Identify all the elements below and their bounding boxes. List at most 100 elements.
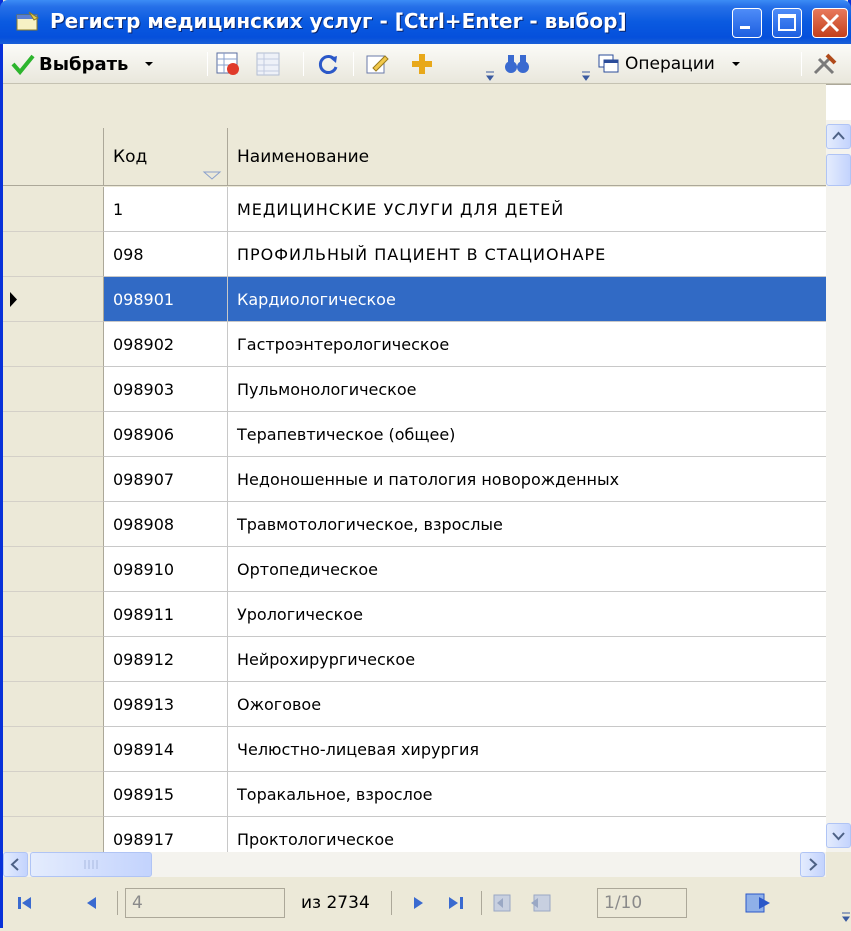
- table-row[interactable]: 098907 Недоношенные и патология новорожде…: [3, 457, 826, 502]
- cell-name[interactable]: Пульмонологическое: [228, 367, 826, 412]
- cell-name[interactable]: Челюстно-лицевая хирургия: [228, 727, 826, 772]
- total-records-label: из 2734: [301, 893, 370, 913]
- binoculars-icon: [505, 55, 529, 73]
- first-page-button[interactable]: [491, 889, 515, 917]
- row-indicator[interactable]: [3, 772, 104, 817]
- cell-name[interactable]: Ожоговое: [228, 682, 826, 727]
- row-indicator[interactable]: [3, 682, 104, 727]
- cell-name[interactable]: ПРОФИЛЬНЫЙ ПАЦИЕНТ В СТАЦИОНАРЕ: [228, 232, 826, 277]
- table-row[interactable]: 098913 Ожоговое: [3, 682, 826, 727]
- scroll-up-button[interactable]: [826, 124, 851, 149]
- cell-name[interactable]: Урологическое: [228, 592, 826, 637]
- tools-button[interactable]: [811, 50, 839, 78]
- cell-name[interactable]: Травмотологическое, взрослые: [228, 502, 826, 547]
- chevron-down-icon: [832, 832, 845, 841]
- cell-name[interactable]: Кардиологическое: [228, 277, 826, 322]
- select-button[interactable]: Выбрать: [11, 50, 156, 78]
- cell-code[interactable]: 098913: [104, 682, 228, 727]
- horizontal-scroll-thumb[interactable]: [30, 852, 152, 877]
- row-indicator[interactable]: [3, 322, 104, 367]
- edit-button[interactable]: [365, 50, 391, 78]
- cell-code[interactable]: 098907: [104, 457, 228, 502]
- row-indicator[interactable]: [3, 727, 104, 772]
- cell-name[interactable]: Ортопедическое: [228, 547, 826, 592]
- table-row[interactable]: 098902 Гастроэнтерологическое: [3, 322, 826, 367]
- cell-code[interactable]: 1: [104, 187, 228, 232]
- cell-code[interactable]: 098906: [104, 412, 228, 457]
- cell-code[interactable]: 098912: [104, 637, 228, 682]
- cell-code[interactable]: 098911: [104, 592, 228, 637]
- cell-code[interactable]: 098901: [104, 277, 228, 322]
- page-input[interactable]: 1/10: [597, 888, 687, 918]
- minimize-button[interactable]: [732, 8, 762, 38]
- close-button[interactable]: [812, 8, 848, 38]
- previous-record-button[interactable]: [83, 889, 101, 917]
- chevron-left-icon: [10, 858, 19, 871]
- corner-header-cell: [3, 128, 104, 186]
- next-record-button[interactable]: [409, 889, 427, 917]
- page-next-icon: [745, 893, 770, 913]
- find-button[interactable]: [503, 50, 531, 78]
- last-record-button[interactable]: [445, 889, 467, 917]
- grid-view-button[interactable]: [255, 50, 281, 78]
- table-row[interactable]: 098906 Терапевтическое (общее): [3, 412, 826, 457]
- row-indicator[interactable]: [3, 367, 104, 412]
- grid-icon: [256, 52, 280, 76]
- row-indicator[interactable]: [3, 277, 104, 322]
- maximize-button[interactable]: [772, 8, 802, 38]
- cell-code[interactable]: 098914: [104, 727, 228, 772]
- grid-delete-icon: [216, 52, 239, 75]
- table-row[interactable]: 098908 Травмотологическое, взрослые: [3, 502, 826, 547]
- first-record-button[interactable]: [15, 889, 35, 917]
- scroll-right-button[interactable]: [800, 852, 825, 877]
- navigator-overflow[interactable]: [841, 903, 851, 931]
- cell-code[interactable]: 098910: [104, 547, 228, 592]
- row-indicator[interactable]: [3, 232, 104, 277]
- scroll-left-button[interactable]: [3, 852, 28, 877]
- refresh-button[interactable]: [317, 50, 341, 78]
- cell-name[interactable]: МЕДИЦИНСКИЕ УСЛУГИ ДЛЯ ДЕТЕЙ: [228, 187, 826, 232]
- title-bar[interactable]: Регистр медицинских услуг - [Ctrl+Enter …: [0, 0, 851, 44]
- row-indicator[interactable]: [3, 457, 104, 502]
- cell-code[interactable]: 098908: [104, 502, 228, 547]
- vertical-scrollbar[interactable]: [826, 120, 851, 852]
- grid-delete-button[interactable]: [215, 50, 241, 78]
- table-row[interactable]: 098914 Челюстно-лицевая хирургия: [3, 727, 826, 772]
- previous-page-button[interactable]: [529, 889, 553, 917]
- row-indicator[interactable]: [3, 502, 104, 547]
- cell-code[interactable]: 098915: [104, 772, 228, 817]
- cell-code[interactable]: 098902: [104, 322, 228, 367]
- row-indicator[interactable]: [3, 592, 104, 637]
- table-row[interactable]: 098915 Торакальное, взрослое: [3, 772, 826, 817]
- record-navigator: 4 из 2734 1/10: [3, 877, 851, 928]
- current-record-input[interactable]: 4: [125, 888, 285, 918]
- cell-name[interactable]: Торакальное, взрослое: [228, 772, 826, 817]
- cell-name[interactable]: Недоношенные и патология новорожденных: [228, 457, 826, 502]
- table-row[interactable]: 098911 Урологическое: [3, 592, 826, 637]
- cell-name[interactable]: Нейрохирургическое: [228, 637, 826, 682]
- table-row[interactable]: 098 ПРОФИЛЬНЫЙ ПАЦИЕНТ В СТАЦИОНАРЕ: [3, 232, 826, 277]
- cell-code[interactable]: 098903: [104, 367, 228, 412]
- row-indicator[interactable]: [3, 637, 104, 682]
- row-indicator[interactable]: [3, 547, 104, 592]
- scroll-thumb[interactable]: [826, 154, 851, 186]
- cell-code[interactable]: 098: [104, 232, 228, 277]
- row-indicator[interactable]: [3, 187, 104, 232]
- table-row[interactable]: 098910 Ортопедическое: [3, 547, 826, 592]
- scroll-down-button[interactable]: [826, 823, 851, 848]
- cell-name[interactable]: Терапевтическое (общее): [228, 412, 826, 457]
- column-header-name[interactable]: Наименование: [228, 128, 826, 186]
- page-previous-icon: [531, 894, 551, 912]
- cell-name[interactable]: Гастроэнтерологическое: [228, 322, 826, 367]
- column-header-code[interactable]: Код: [104, 128, 228, 186]
- table-row[interactable]: 098901 Кардиологическое: [3, 277, 826, 322]
- row-indicator[interactable]: [3, 412, 104, 457]
- table-row[interactable]: 098912 Нейрохирургическое: [3, 637, 826, 682]
- horizontal-scrollbar[interactable]: [3, 852, 826, 877]
- next-page-button[interactable]: [743, 889, 773, 917]
- table-row[interactable]: 098903 Пульмонологическое: [3, 367, 826, 412]
- add-button[interactable]: [409, 50, 435, 78]
- table-row[interactable]: 1 МЕДИЦИНСКИЕ УСЛУГИ ДЛЯ ДЕТЕЙ: [3, 187, 826, 232]
- operations-button[interactable]: Операции: [597, 50, 743, 78]
- minimize-icon: [740, 26, 750, 29]
